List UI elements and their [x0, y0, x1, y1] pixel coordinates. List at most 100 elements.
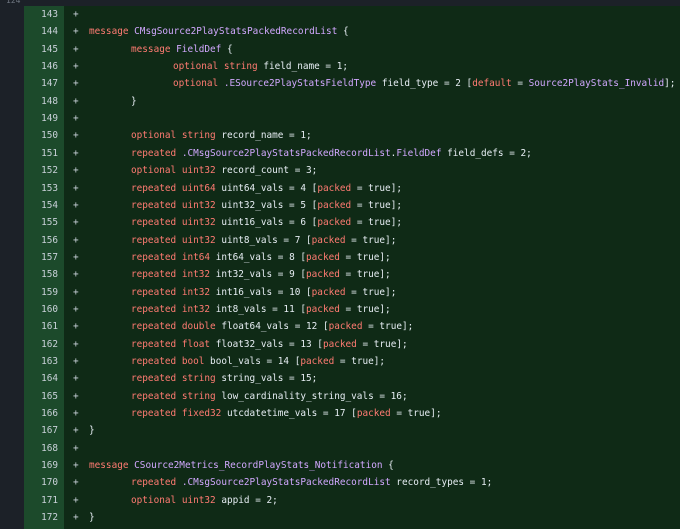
code-text: repeated double float64_vals = 12 [packe…	[131, 318, 413, 335]
code-token: double	[181, 321, 222, 333]
line-number[interactable]: 163	[24, 353, 58, 370]
line-number[interactable]: 169	[24, 457, 58, 474]
code-token: ];	[664, 78, 676, 90]
code-token: {	[221, 43, 233, 55]
code-token: ];	[390, 199, 402, 211]
line-number[interactable]: 152	[24, 162, 58, 179]
line-number[interactable]: 153	[24, 180, 58, 197]
added-marker: +	[73, 425, 79, 437]
code-token: true	[373, 338, 397, 350]
line-number[interactable]: 159	[24, 284, 58, 301]
code-token: appid =	[221, 494, 267, 506]
line-number[interactable]: 158	[24, 266, 58, 283]
code-token: [	[306, 217, 318, 229]
diff-line: 157 + repeated int64 int64_vals = 8 [packe…	[0, 249, 680, 266]
line-number[interactable]: 150	[24, 127, 58, 144]
line-number[interactable]: 157	[24, 249, 58, 266]
code-token: true	[356, 303, 380, 315]
code-token: ];	[396, 338, 408, 350]
line-number[interactable]: 149	[24, 110, 58, 127]
code-token: uint32_vals =	[221, 199, 301, 211]
code-token: [	[300, 234, 312, 246]
code-token: =	[351, 182, 369, 194]
code-token: [	[300, 286, 312, 298]
code-token: =	[339, 251, 357, 263]
line-number[interactable]: 172	[24, 509, 58, 526]
code-token: =	[339, 269, 357, 281]
code-token: true	[356, 269, 380, 281]
code-token: packed	[311, 286, 346, 298]
code-token: optional	[173, 61, 224, 73]
line-number[interactable]: 143	[24, 6, 58, 23]
code-token: packed	[306, 269, 340, 281]
line-number[interactable]: 168	[24, 440, 58, 457]
previous-old-line-number: 124	[6, 0, 21, 5]
code-token: record_count =	[221, 165, 306, 177]
line-number[interactable]: 147	[24, 75, 58, 92]
line-number[interactable]: 162	[24, 336, 58, 353]
code-token: uint32	[181, 494, 222, 506]
line-number[interactable]: 154	[24, 197, 58, 214]
code-token: uint32	[181, 217, 222, 229]
line-number[interactable]: 156	[24, 232, 58, 249]
code-token: repeated	[131, 286, 182, 298]
code-token: repeated	[131, 251, 182, 263]
code-token: true	[362, 286, 386, 298]
code-token: ;	[311, 373, 318, 385]
code-token: [	[294, 303, 307, 315]
code-token: repeated	[131, 147, 182, 159]
code-token: 10	[289, 286, 301, 298]
code-token: repeated	[131, 217, 182, 229]
code-token: 12	[306, 321, 318, 333]
code-token: bool	[181, 356, 211, 367]
code-token: int16_vals =	[215, 286, 290, 298]
added-marker: +	[73, 78, 79, 90]
line-number[interactable]: 146	[24, 58, 58, 75]
code-token: =	[511, 78, 529, 90]
code-token: int8_vals =	[215, 303, 284, 315]
diff-line: 167 +}	[0, 422, 680, 439]
line-number[interactable]: 151	[24, 145, 58, 162]
code-token: =	[345, 234, 363, 246]
line-number[interactable]: 145	[24, 41, 58, 58]
line-number[interactable]: 144	[24, 23, 58, 40]
diff-line: 148 +}	[0, 93, 680, 110]
line-number[interactable]: 171	[24, 492, 58, 509]
added-marker: +	[73, 182, 79, 194]
added-marker: +	[73, 43, 79, 55]
code-token: ];	[379, 303, 391, 315]
code-token: message	[89, 26, 135, 38]
line-number[interactable]: 167	[24, 422, 58, 439]
code-token: record_name =	[221, 130, 301, 142]
code-token: message	[89, 460, 135, 472]
line-number[interactable]: 155	[24, 214, 58, 231]
line-number[interactable]: 148	[24, 93, 58, 110]
code-token: CMsgSource2PlayStatsPackedRecordList	[134, 26, 338, 38]
code-token: utcdatetime_vals =	[226, 408, 335, 420]
added-marker: +	[73, 512, 79, 524]
diff-line: 144 + message CMsgSource2PlayStatsPackedRe…	[0, 23, 680, 40]
code-token: [	[294, 269, 307, 281]
code-token: ;	[486, 477, 493, 489]
code-text: optional string record_name = 1;	[131, 127, 312, 144]
code-token: string	[181, 130, 222, 142]
line-number[interactable]: 170	[24, 474, 58, 491]
line-number[interactable]: 160	[24, 301, 58, 318]
diff-line: 161 + repeated double float64_vals = 12 [p…	[0, 318, 680, 335]
code-token: default	[472, 78, 512, 90]
diff-line: 170 + repeated .CMsgSource2PlayStatsPacked…	[0, 474, 680, 491]
code-token: ;	[306, 130, 312, 142]
code-token: 14	[277, 356, 290, 367]
added-marker: +	[73, 269, 79, 281]
code-text: repeated string string_vals = 15;	[131, 370, 317, 387]
line-number[interactable]: 165	[24, 388, 58, 405]
code-token: {	[337, 26, 349, 38]
code-text: repeated int32 int32_vals = 9 [packed = …	[131, 266, 391, 283]
code-token: [	[306, 182, 318, 194]
added-marker: +	[73, 303, 79, 315]
line-number[interactable]: 164	[24, 370, 58, 387]
line-number[interactable]: 166	[24, 405, 58, 422]
code-token: CSource2Metrics_RecordPlayStats_Notifica…	[134, 460, 383, 472]
code-token: repeated	[131, 321, 182, 333]
line-number[interactable]: 161	[24, 318, 58, 335]
